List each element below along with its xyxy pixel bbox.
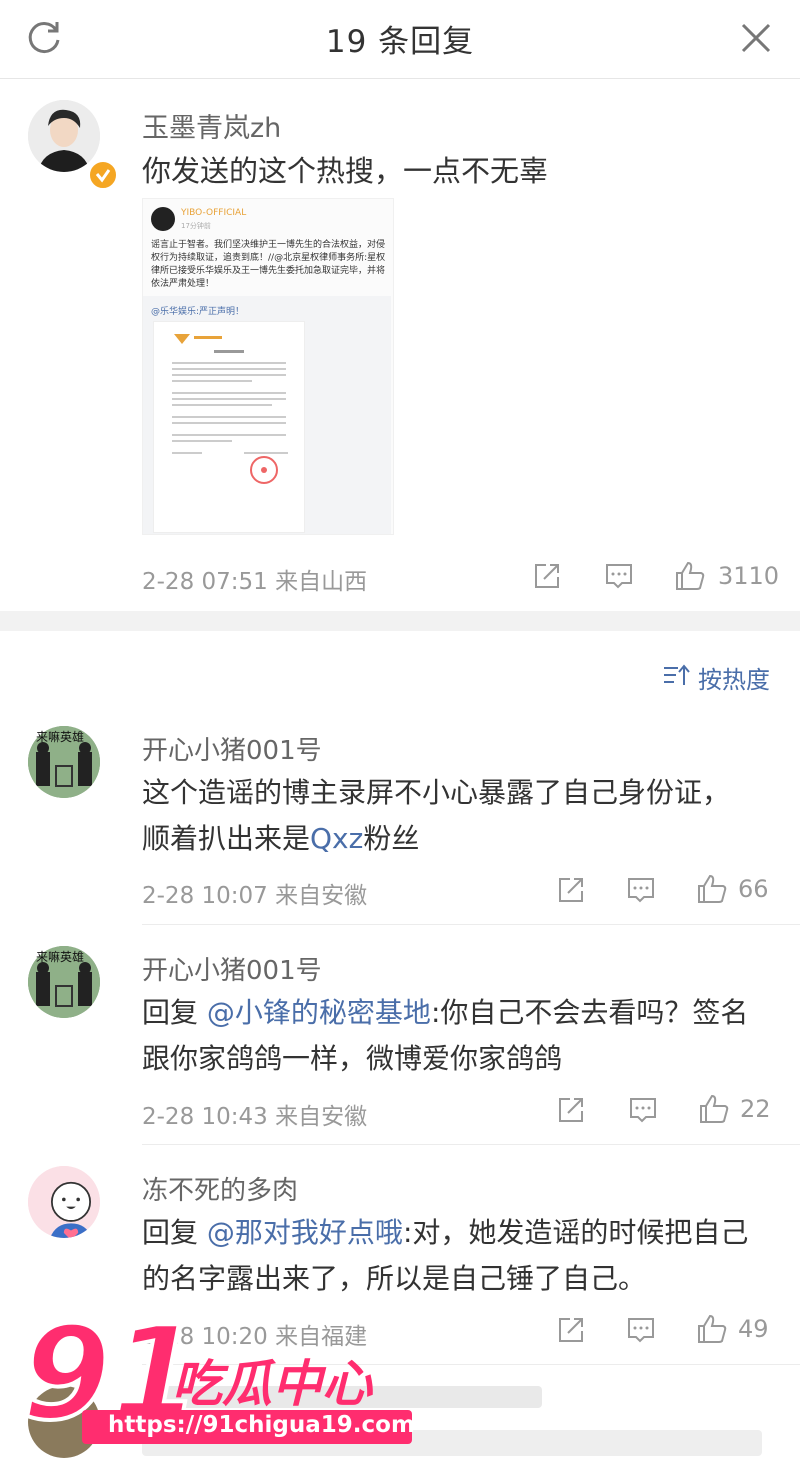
topic-link[interactable]: Qxz bbox=[310, 822, 363, 855]
comment-text: 这个造谣的博主录屏不小心暴露了自己身份证，顺着扒出来是Qxz粉丝 bbox=[142, 770, 742, 862]
thumbs-up-icon bbox=[698, 1094, 730, 1124]
like-button[interactable]: 49 bbox=[696, 1314, 769, 1344]
embed-repost: @乐华娱乐:严正声明！ bbox=[143, 296, 391, 534]
embed-link: @乐华娱乐:严正声明！ bbox=[151, 307, 245, 317]
mention-link[interactable]: @小锋的秘密基地 bbox=[207, 996, 431, 1029]
sort-by-hot-button[interactable]: 按热度 bbox=[662, 660, 770, 695]
avatar-caption: 来嘛英雄 bbox=[36, 950, 85, 964]
like-count: 66 bbox=[738, 875, 769, 903]
page-title: 19 条回复 bbox=[325, 24, 475, 60]
embed-avatar bbox=[151, 207, 175, 231]
comment-username[interactable]: 开心小猪001号 bbox=[142, 950, 322, 987]
like-button[interactable]: 3110 bbox=[674, 561, 779, 591]
avatar-caption: 来嘛英雄 bbox=[36, 730, 85, 744]
embed-time: 17分钟前 bbox=[181, 222, 211, 230]
comment-source: 来自安徽 bbox=[275, 883, 368, 909]
sort-icon bbox=[662, 663, 690, 693]
avatar[interactable] bbox=[28, 1166, 100, 1238]
comment-icon[interactable] bbox=[604, 561, 634, 591]
watermark: 91 吃瓜中心 https://91chigua19.com bbox=[20, 1298, 442, 1451]
share-icon[interactable] bbox=[532, 561, 562, 591]
comment-time: 2-28 10:43 bbox=[142, 1104, 268, 1130]
thumbs-up-icon bbox=[696, 874, 728, 904]
reply-prefix: 回复 bbox=[142, 996, 199, 1029]
verified-badge-icon bbox=[88, 160, 118, 190]
sort-label: 按热度 bbox=[698, 666, 770, 694]
like-count: 22 bbox=[740, 1095, 771, 1123]
statement-document bbox=[153, 321, 305, 533]
close-icon[interactable] bbox=[736, 18, 776, 58]
comment-meta: 2-28 10:43 来自安徽 bbox=[142, 1097, 367, 1131]
comment-text-part: 粉丝 bbox=[363, 822, 420, 855]
comment-text: 回复 @那对我好点哦:对，她发造谣的时候把自己的名字露出来了，所以是自己锤了自己… bbox=[142, 1210, 772, 1302]
divider bbox=[142, 1144, 800, 1145]
comment-icon[interactable] bbox=[628, 1095, 658, 1125]
comment-text-part: 这个造谣的博主录屏不小心暴露了自己身份证，顺着扒出来是 bbox=[142, 776, 731, 855]
comment-icon[interactable] bbox=[626, 875, 656, 905]
post-meta: 2-28 07:51 来自山西 bbox=[142, 562, 367, 596]
share-icon[interactable] bbox=[556, 1095, 586, 1125]
embed-account: YIBO-OFFICIAL bbox=[181, 208, 247, 218]
post-username[interactable]: 玉墨青岚zh bbox=[142, 106, 281, 145]
thumbs-up-icon bbox=[696, 1314, 728, 1344]
section-divider bbox=[0, 611, 800, 631]
like-button[interactable]: 66 bbox=[696, 874, 769, 904]
post-image[interactable]: YIBO-OFFICIAL 17分钟前 谣言止于智者。我们坚决维护王一博先生的合… bbox=[142, 198, 394, 535]
comment-icon[interactable] bbox=[626, 1315, 656, 1345]
post-text: 你发送的这个热搜，一点不无辜 bbox=[142, 154, 549, 188]
like-button[interactable]: 22 bbox=[698, 1094, 771, 1124]
share-icon[interactable] bbox=[556, 1315, 586, 1345]
like-count: 3110 bbox=[718, 562, 780, 590]
header: 19 条回复 bbox=[0, 0, 800, 79]
share-icon[interactable] bbox=[556, 875, 586, 905]
thumbs-up-icon bbox=[674, 561, 706, 591]
reply-prefix: 回复 bbox=[142, 1216, 199, 1249]
watermark-url: https://91chigua19.com bbox=[108, 1412, 415, 1438]
watermark-brand: 吃瓜中心 bbox=[172, 1355, 372, 1413]
like-count: 49 bbox=[738, 1315, 769, 1343]
comment-text: 回复 @小锋的秘密基地:你自己不会去看吗？签名跟你家鸽鸽一样，微博爱你家鸽鸽 bbox=[142, 990, 772, 1082]
embed-text: 谣言止于智者。我们坚决维护王一博先生的合法权益，对侵权行为持续取证，追责到底！/… bbox=[151, 240, 386, 289]
comment-username[interactable]: 冻不死的多肉 bbox=[142, 1170, 298, 1207]
comment-time: 2-28 10:07 bbox=[142, 883, 268, 909]
comment-username[interactable]: 开心小猪001号 bbox=[142, 730, 322, 767]
post-source: 来自山西 bbox=[275, 569, 368, 595]
comment-meta: 2-28 10:07 来自安徽 bbox=[142, 876, 367, 910]
divider bbox=[142, 924, 800, 925]
mention-link[interactable]: @那对我好点哦 bbox=[207, 1216, 403, 1249]
post-time: 2-28 07:51 bbox=[142, 569, 268, 595]
comment-source: 来自安徽 bbox=[275, 1104, 368, 1130]
